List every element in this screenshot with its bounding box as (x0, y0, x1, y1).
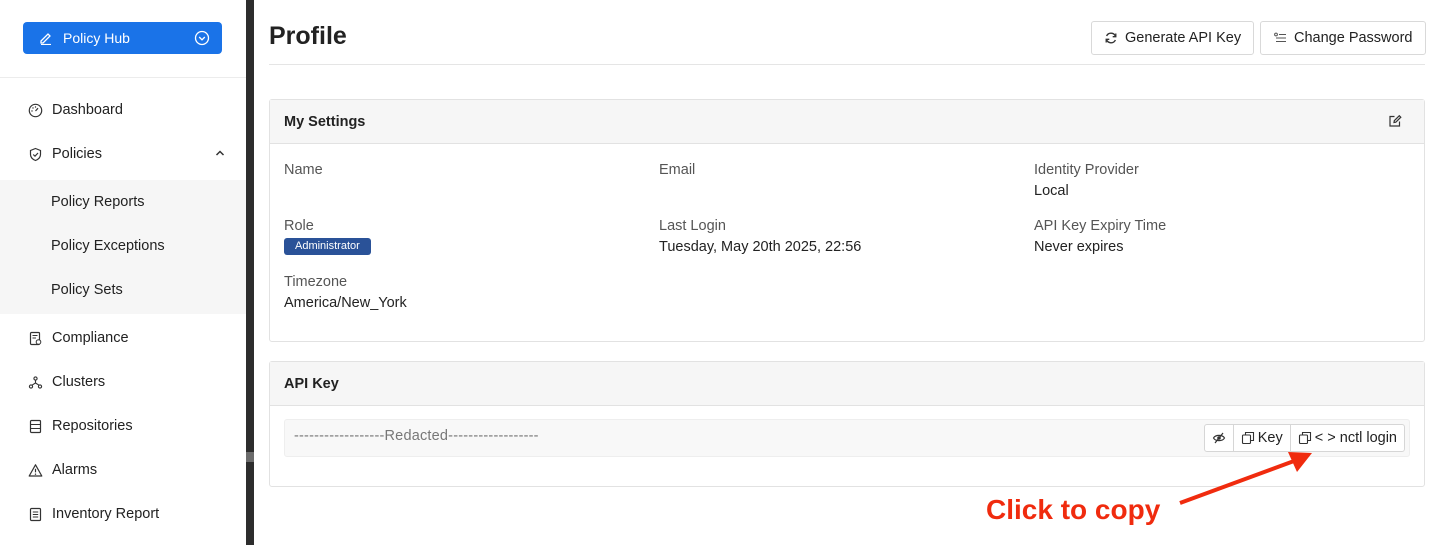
repository-icon (27, 418, 43, 434)
api-key-expiry-label: API Key Expiry Time (1034, 218, 1167, 234)
sidebar-subitem-label: Policy Sets (51, 282, 123, 298)
copy-nctl-login-label: < > nctl login (1314, 430, 1397, 446)
api-key-actions: Key < > nctl login (1203, 424, 1405, 452)
sidebar-item-label: Compliance (52, 330, 129, 346)
sidebar-item-label: Dashboard (52, 102, 123, 118)
sidebar-item-label: Clusters (52, 374, 106, 390)
password-list-icon (1273, 31, 1287, 45)
generate-api-key-label: Generate API Key (1125, 30, 1242, 46)
sidebar-subitem-label: Policy Reports (51, 194, 145, 210)
identity-provider-label: Identity Provider (1034, 162, 1139, 178)
sidebar-item-label: Alarms (52, 462, 98, 478)
change-password-label: Change Password (1294, 30, 1413, 46)
sidebar-item-label: Inventory Report (52, 506, 160, 522)
compliance-doc-icon (27, 330, 43, 346)
api-key-title: API Key (284, 375, 339, 392)
sidebar-item-alarms[interactable]: Alarms (0, 448, 246, 492)
eye-slash-icon (1212, 431, 1226, 445)
warning-triangle-icon (27, 462, 43, 478)
chevron-up-icon[interactable] (214, 147, 226, 159)
sidebar-subitem-policy-reports[interactable]: Policy Reports (0, 180, 246, 224)
sidebar-divider (0, 77, 246, 78)
sidebar-item-policies[interactable]: Policies (0, 132, 246, 176)
cluster-icon (27, 374, 43, 390)
policy-hub-label: Policy Hub (63, 30, 130, 46)
api-key-row: ------------------Redacted--------------… (284, 419, 1410, 457)
identity-provider-field: Identity Provider Local (1034, 160, 1139, 202)
name-label: Name (284, 162, 323, 178)
api-key-card: API Key ------------------Redacted------… (269, 361, 1425, 487)
api-key-value: ------------------Redacted--------------… (294, 428, 539, 444)
refresh-icon (1104, 31, 1118, 45)
last-login-value: Tuesday, May 20th 2025, 22:56 (659, 239, 862, 255)
my-settings-header: My Settings (270, 100, 1424, 144)
email-label: Email (659, 162, 696, 178)
list-doc-icon (27, 506, 43, 522)
my-settings-card: My Settings Name Email Identity Provider… (269, 99, 1425, 342)
scrollbar-thumb[interactable] (246, 452, 254, 462)
sidebar-item-clusters[interactable]: Clusters (0, 360, 246, 404)
generate-api-key-button[interactable]: Generate API Key (1091, 21, 1255, 55)
sidebar-subitem-policy-exceptions[interactable]: Policy Exceptions (0, 224, 246, 268)
sidebar-subitem-policy-sets[interactable]: Policy Sets (0, 268, 246, 312)
role-field: Role Administrator (284, 216, 371, 255)
sidebar-subitem-label: Policy Exceptions (51, 238, 165, 254)
sidebar-item-label: Policies (52, 146, 102, 162)
sidebar-item-inventory-report[interactable]: Inventory Report (0, 492, 246, 536)
api-key-expiry-value: Never expires (1034, 239, 1124, 255)
sidebar-item-dashboard[interactable]: Dashboard (0, 88, 246, 132)
sidebar-item-label: Repositories (52, 418, 133, 434)
gauge-icon (27, 102, 43, 118)
role-label: Role (284, 218, 314, 234)
last-login-field: Last Login Tuesday, May 20th 2025, 22:56 (659, 216, 861, 258)
identity-provider-value: Local (1034, 183, 1069, 199)
header-divider (269, 64, 1425, 65)
annotation-text: Click to copy (986, 494, 1161, 525)
name-field: Name (284, 160, 323, 180)
api-key-header: API Key (270, 362, 1424, 406)
toggle-visibility-button[interactable] (1205, 425, 1234, 451)
timezone-value: America/New_York (284, 295, 407, 311)
copy-icon (1298, 431, 1312, 445)
email-field: Email (659, 160, 695, 180)
api-key-expiry-field: API Key Expiry Time Never expires (1034, 216, 1166, 258)
copy-key-button[interactable]: Key (1234, 425, 1291, 451)
timezone-field: Timezone America/New_York (284, 272, 407, 314)
role-badge: Administrator (284, 238, 371, 255)
shield-check-icon (27, 146, 43, 162)
copy-nctl-login-button[interactable]: < > nctl login (1291, 425, 1404, 451)
pencil-icon (39, 31, 55, 45)
sidebar-item-compliance[interactable]: Compliance (0, 316, 246, 360)
copy-key-label: Key (1257, 430, 1283, 446)
edit-icon[interactable] (1388, 114, 1404, 130)
sidebar-scrollbar[interactable] (246, 0, 254, 545)
sidebar-item-repositories[interactable]: Repositories (0, 404, 246, 448)
page-title: Profile (269, 22, 347, 50)
copy-icon (1241, 431, 1255, 445)
policy-hub-button[interactable]: Policy Hub (23, 22, 222, 54)
chevron-down-circle-icon (194, 30, 210, 46)
sidebar: Policy Hub Dashboard Policies Policy Rep… (0, 0, 246, 545)
timezone-label: Timezone (284, 274, 348, 290)
my-settings-title: My Settings (284, 113, 366, 130)
change-password-button[interactable]: Change Password (1260, 21, 1426, 55)
last-login-label: Last Login (659, 218, 726, 234)
